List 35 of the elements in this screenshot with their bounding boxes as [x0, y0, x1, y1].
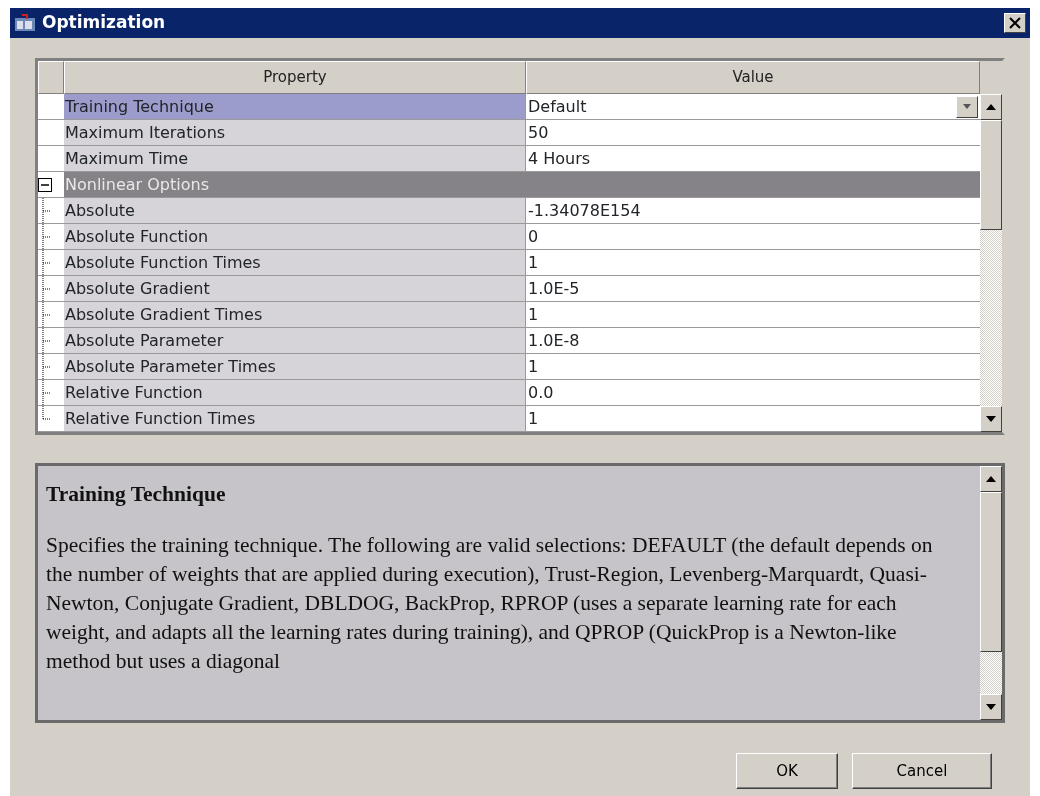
property-name[interactable]: Relative Function — [64, 380, 526, 405]
property-name[interactable]: Absolute — [64, 198, 526, 223]
property-name[interactable]: Absolute Parameter Times — [64, 354, 526, 379]
value-dropdown[interactable]: Default — [526, 94, 980, 119]
close-button[interactable] — [1004, 13, 1026, 33]
property-name[interactable]: Training Technique — [64, 94, 526, 119]
property-name[interactable]: Absolute Parameter — [64, 328, 526, 353]
collapse-icon[interactable] — [38, 177, 52, 192]
scroll-thumb[interactable] — [980, 120, 1002, 230]
property-name[interactable]: Relative Function Times — [64, 406, 526, 431]
up-arrow-icon — [986, 104, 996, 110]
down-arrow-icon — [986, 704, 996, 710]
column-header[interactable]: Property — [64, 61, 526, 94]
property-name[interactable]: Absolute Function — [64, 224, 526, 249]
close-icon — [1009, 17, 1021, 29]
ok-button[interactable]: OK — [736, 753, 838, 789]
down-arrow-icon — [986, 416, 996, 422]
caret-icon — [963, 104, 971, 109]
column-header[interactable]: Value — [526, 61, 980, 94]
property-name[interactable]: Absolute Gradient Times — [64, 302, 526, 327]
window-title: Optimization — [42, 11, 166, 35]
description-text: Specifies the training technique. The following are valid selections: DEFAULT (the default depends on the number of weights that are applied during execution), Trust-Region, Levenberg-Marquardt, Quasi-Newton, Conjugate Gradient, DBLDOG, BackProp, RPROP (uses a separate learning rate for each weight, and adapts all the learning rates during training), and QPROP (QuickProp is a Newton-like method but uses a diagonal — [46, 532, 934, 675]
scrollbar[interactable] — [980, 466, 1002, 720]
property-name[interactable]: Absolute Function Times — [64, 250, 526, 275]
property-name[interactable]: Maximum Time — [64, 146, 526, 171]
scrollbar[interactable] — [980, 61, 1002, 432]
property-name[interactable]: Absolute Gradient — [64, 276, 526, 301]
dropdown-value: Default — [528, 95, 588, 118]
description-heading: Training Technique — [46, 481, 227, 508]
cancel-button[interactable]: Cancel — [852, 753, 992, 789]
property-name[interactable]: Maximum Iterations — [64, 120, 526, 145]
dropdown-arrow-button[interactable] — [956, 95, 978, 118]
up-arrow-icon — [986, 476, 996, 482]
app-icon — [14, 13, 36, 33]
scroll-thumb[interactable] — [980, 492, 1002, 652]
